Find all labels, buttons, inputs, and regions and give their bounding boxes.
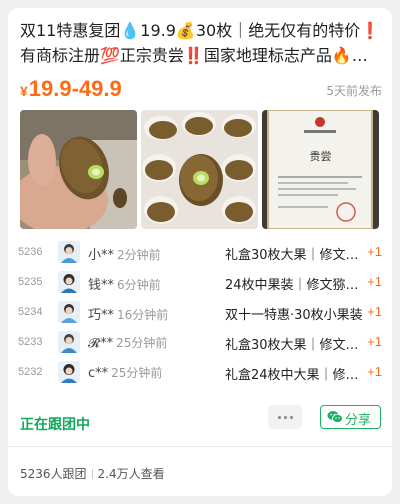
share-label: 分享 [345,413,372,428]
join-record-row[interactable]: 5232 c**25分钟前 礼盒24枚中大果｜修文猕猴桃 +1 [18,358,382,388]
member-name: 𝓡** 25分钟前 [88,336,168,351]
kiwi-tray-photo[interactable] [141,110,258,229]
post-title-line-2: 有商标注册💯正宗贵尝‼️国家地理标志产品🔥… [20,46,368,65]
join-record-row[interactable]: 5235 钱** 6分钟前 24枚中果装｜修文猕猴桃 +1 [18,268,382,298]
photo-gallery: 贵尝 [20,110,380,230]
purchased-item: 礼盒30枚大果｜修文猕猴桃 [225,248,365,263]
avatar [58,271,80,293]
record-number: 5236 [18,246,43,258]
join-record-row[interactable]: 5236 小**2分钟前 礼盒30枚大果｜修文猕猴桃 +1 [18,238,382,268]
quantity: +1 [367,364,382,379]
more-dots-icon [284,416,287,419]
currency-symbol: ¥ [20,83,28,99]
purchased-item: 24枚中果装｜修文猕猴桃 [225,278,365,293]
join-time: 16分钟前 [117,308,169,322]
member-name: c** 25分钟前 [88,366,163,381]
more-button[interactable] [268,405,302,429]
footer-separator [91,469,93,479]
group-buy-card[interactable]: 双11特惠复团💧19.9💰30枚｜绝无仅有的特价❗ 有商标注册💯正宗贵尝‼️国家… [8,8,392,496]
member-name: 钱** 6分钟前 [88,278,161,293]
quantity: +1 [367,244,382,259]
quantity: +1 [367,304,382,319]
join-time: 25分钟前 [116,336,168,350]
quantity: +1 [367,274,382,289]
purchased-item: 礼盒24枚中大果｜修文猕猴桃 [225,368,365,383]
join-record-row[interactable]: 5233 𝓡**25分钟前 礼盒30枚大果｜修文猕猴桃 +1 [18,328,382,358]
record-number: 5232 [18,366,43,378]
quantity: +1 [367,334,382,349]
member-name: 小** 2分钟前 [88,248,161,263]
post-title[interactable]: 双11特惠复团💧19.9💰30枚｜绝无仅有的特价❗ 有商标注册💯正宗贵尝‼️国家… [20,18,382,68]
join-time: 6分钟前 [117,278,161,292]
join-record-list: 5236 小**2分钟前 礼盒30枚大果｜修文猕猴桃 +1 5235 钱**6分… [18,238,382,388]
avatar [58,331,80,353]
more-dots-icon [290,416,293,419]
footer-divider [8,446,392,447]
record-number: 5233 [18,336,43,348]
publish-time: 5天前发布 [326,84,382,98]
join-record-row[interactable]: 5234 巧** 16分钟前 双十一特惠·30枚小果装 +1 [18,298,382,328]
join-status: 正在跟团中 [20,417,90,433]
join-time: 25分钟前 [111,366,163,380]
price-row: ¥19.9-49.9 5天前发布 [20,74,382,106]
view-count: 2.4万人查看 [97,467,165,481]
price-value: 19.9-49.9 [28,76,122,101]
record-number: 5235 [18,276,43,288]
share-button[interactable]: 分享 [320,405,381,429]
price-range: ¥19.9-49.9 [20,76,122,102]
avatar [58,241,80,263]
participant-count: 5236人跟团 [20,467,87,481]
purchased-item: 礼盒30枚大果｜修文猕猴桃 [225,338,365,353]
card-footer: 5236人跟团 2.4万人查看 [20,465,165,482]
kiwi-in-hand-photo[interactable] [20,110,137,229]
avatar [58,301,80,323]
join-time: 2分钟前 [117,248,161,262]
record-number: 5234 [18,306,43,318]
avatar [58,361,80,383]
member-name: 巧** 16分钟前 [88,308,169,323]
certificate-title: 贵尝 [309,150,332,163]
purchased-item: 双十一特惠·30枚小果装 [225,308,363,323]
post-title-line-1: 双11特惠复团💧19.9💰30枚｜绝无仅有的特价❗ [20,21,381,40]
wechat-icon [327,411,343,423]
trademark-certificate-photo[interactable]: 贵尝 [262,110,379,229]
more-dots-icon [278,416,281,419]
